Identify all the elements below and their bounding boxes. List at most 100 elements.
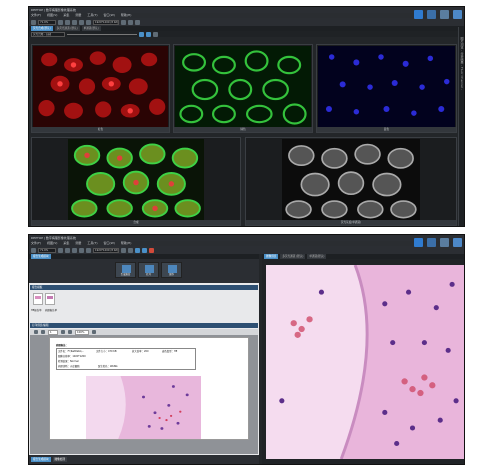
prev-page-icon[interactable] (41, 330, 45, 334)
save-icon[interactable] (58, 19, 63, 25)
field-stain: 染色类型：HE (162, 350, 178, 353)
open-icon[interactable] (31, 19, 36, 25)
slider-track[interactable] (67, 33, 137, 35)
panel-gray: 荧光灰度(单通道) (245, 137, 457, 226)
field-filename: 文件名：F:\TestData\... (58, 350, 84, 353)
zoom-combo[interactable]: 71.0% (38, 247, 56, 253)
menu-view[interactable]: 视图(V) (47, 13, 57, 17)
status-tab-image[interactable]: 图像处理 (52, 457, 67, 462)
template-label-he: HE报告单 (31, 309, 42, 312)
save-report-button[interactable]: 保存 (161, 262, 182, 278)
menu-help[interactable]: 帮助(H) (121, 241, 132, 245)
pen-icon[interactable] (121, 247, 126, 253)
menu-acquire[interactable]: 采集 (63, 241, 69, 245)
he-thumb-image (35, 296, 41, 299)
field-filesize: 文件大小：470 KB (96, 350, 117, 353)
pen-icon[interactable] (121, 19, 126, 25)
resolution-combo[interactable]: 1920*1200 (8 bit) (93, 19, 119, 25)
menu-file[interactable]: 文件(F) (31, 13, 41, 17)
panel-merge: 合成 (31, 137, 241, 226)
caption-blue: 蓝色 (317, 127, 456, 132)
field-result: 检测结果：Normal (58, 360, 79, 363)
chart-tool-icon[interactable] (142, 247, 147, 253)
last-page-icon[interactable] (68, 330, 72, 334)
toolbar: 71.0% 1920*1200 (8 bit) (29, 246, 464, 254)
menu-file[interactable]: 文件(F) (31, 241, 41, 245)
status-bar: 报告生成模块 图像处理 (29, 455, 259, 464)
arrow-icon[interactable] (128, 19, 133, 25)
camera-icon[interactable] (72, 247, 77, 253)
menu-tools[interactable]: 工具(T) (87, 241, 97, 245)
annotate-tool-icon[interactable] (427, 238, 436, 247)
side-panel-tab[interactable]: 图片浏览 - 分析结果 - Fluor Channel - (458, 27, 464, 226)
single-view-icon[interactable] (153, 31, 158, 37)
menu-tools[interactable]: 工具(T) (87, 13, 97, 17)
circle-tool-icon[interactable] (135, 247, 140, 253)
resolution-combo[interactable]: 1920*1200 (8 bit) (93, 247, 119, 253)
report-icon (122, 265, 131, 273)
caption-green: 绿色 (174, 127, 312, 132)
save-icon[interactable] (58, 247, 63, 253)
fit-icon[interactable] (86, 19, 91, 25)
report-tool-icon[interactable] (440, 10, 449, 19)
report-actions: 生成报告 打开 保存 (29, 259, 259, 283)
side-panel-label: 图片浏览 - 分析结果 - Fluor Channel - (460, 37, 464, 90)
arrow-icon[interactable] (128, 247, 133, 253)
open-report-button[interactable]: 打开 (138, 262, 159, 278)
next-page-icon[interactable] (61, 330, 65, 334)
view-toolbar: 荧光合成 - 自动 (29, 31, 464, 37)
menu-measure[interactable]: 测量 (75, 13, 81, 17)
play-icon[interactable] (139, 31, 144, 37)
report-tool-icon[interactable] (440, 238, 449, 247)
merge-image (68, 139, 204, 221)
annotate-tool-icon[interactable] (427, 10, 436, 19)
camera-icon[interactable] (72, 19, 77, 25)
report-he-image (86, 376, 201, 439)
menu-window[interactable]: 窗口(W) (104, 13, 115, 17)
gray-image (282, 139, 420, 222)
field-magnification: 放大倍率：20X (132, 350, 149, 353)
panel-green: 绿色 (173, 44, 313, 133)
measure-tool-icon[interactable] (414, 10, 423, 19)
print-icon[interactable] (65, 19, 70, 25)
status-tab-report[interactable]: 报告生成模块 (31, 457, 51, 462)
menu-acquire[interactable]: 采集 (63, 13, 69, 17)
generate-report-button[interactable]: 生成报告 (115, 262, 136, 278)
report-heading: 病理报告： (56, 344, 68, 347)
he-image[interactable] (266, 265, 464, 459)
page-zoom-combo[interactable]: 100% (75, 329, 89, 335)
capture-icon[interactable] (79, 247, 84, 253)
menu-measure[interactable]: 测量 (75, 241, 81, 245)
menu-help[interactable]: 帮助(H) (121, 13, 132, 17)
template-path-thumb[interactable] (45, 293, 55, 305)
measure-tool-icon[interactable] (414, 238, 423, 247)
green-channel-image (175, 46, 311, 128)
capture-icon[interactable] (79, 19, 84, 25)
layout-tool-icon[interactable] (453, 238, 462, 247)
caption-merge: 合成 (32, 220, 240, 225)
view-mode-combo[interactable]: 荧光合成 - 自动 (31, 31, 65, 37)
section-templates[interactable]: 报告模板 (30, 285, 258, 290)
field-diagnosis: 病理诊断：炎症细胞 (58, 365, 80, 368)
panel-blue: 蓝色 (316, 44, 457, 133)
print-preview-icon[interactable] (92, 330, 96, 334)
print-icon[interactable] (65, 247, 70, 253)
template-he-thumb[interactable] (33, 293, 43, 305)
caption-gray: 荧光灰度(单通道) (246, 220, 456, 225)
layout-tool-icon[interactable] (453, 10, 462, 19)
image-preview-panel (262, 259, 464, 464)
field-resolution: 图像分辨率：1920*1200 (58, 355, 86, 358)
section-preview[interactable]: 打印预览/编辑 (30, 323, 258, 328)
menu-window[interactable]: 窗口(W) (104, 241, 115, 245)
red-channel-image (33, 46, 168, 127)
grid-icon[interactable] (146, 31, 151, 37)
first-page-icon[interactable] (34, 330, 38, 334)
menu-view[interactable]: 视图(V) (47, 241, 57, 245)
open-icon[interactable] (31, 247, 36, 253)
ruler-icon[interactable] (135, 19, 140, 25)
page-input[interactable]: 1 (48, 329, 58, 335)
panel-red: 红色 (31, 44, 170, 133)
zoom-combo[interactable]: 71.0% (38, 19, 56, 25)
fit-icon[interactable] (86, 247, 91, 253)
stop-icon[interactable] (149, 247, 154, 253)
